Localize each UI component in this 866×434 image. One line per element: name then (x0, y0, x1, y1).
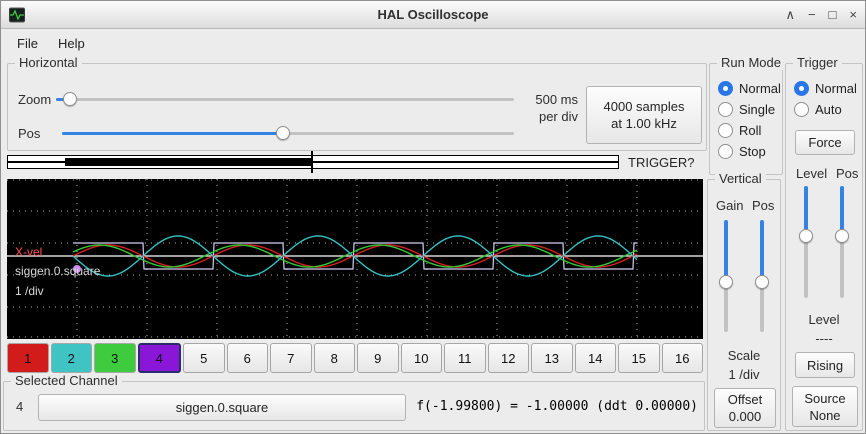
channel-button-3[interactable]: 3 (94, 343, 136, 373)
channel-value-readout: f(-1.99800) = -1.00000 (ddt 0.00000) (416, 399, 698, 414)
close-button[interactable]: × (849, 1, 857, 29)
scope-display: X-vel siggen.0.square 1 /div (7, 179, 703, 339)
run-mode-option: Normal (718, 78, 778, 99)
channel-button-12[interactable]: 12 (488, 343, 530, 373)
radio-label: Auto (815, 102, 842, 117)
channel-button-13[interactable]: 13 (531, 343, 573, 373)
trigger-frame: Trigger Normal Auto Force Level Pos Leve… (785, 63, 863, 431)
trigger-edge-button[interactable]: Rising (795, 352, 855, 378)
titlebar: HAL Oscilloscope ∧ − □ × (1, 1, 865, 29)
channel-button-15[interactable]: 15 (618, 343, 660, 373)
radio-label: Stop (739, 144, 766, 159)
radio-single[interactable] (718, 102, 733, 117)
radio-label: Roll (739, 123, 761, 138)
run-mode-option: Single (718, 99, 778, 120)
channel-button-6[interactable]: 6 (227, 343, 269, 373)
gain-slider-thumb[interactable] (719, 275, 733, 289)
record-current-tick (311, 151, 313, 173)
vertical-frame-label: Vertical (715, 171, 766, 186)
scale-caption: Scale (708, 348, 780, 363)
pos-slider[interactable] (62, 125, 514, 141)
hal-oscilloscope-window: HAL Oscilloscope ∧ − □ × File Help Horiz… (0, 0, 866, 434)
scope-scale-label: 1 /div (15, 284, 44, 298)
record-position-bar (7, 155, 619, 169)
run-mode-frame: Run Mode Normal Single Roll Stop (709, 63, 783, 175)
trigger-option: Auto (794, 99, 842, 120)
samples-button[interactable]: 4000 samples at 1.00 kHz (586, 86, 702, 144)
horizontal-frame-label: Horizontal (15, 55, 82, 70)
zoom-slider-thumb[interactable] (63, 92, 77, 106)
trigger-frame-label: Trigger (793, 55, 842, 70)
record-filled-segment (65, 158, 312, 166)
channel-button-9[interactable]: 9 (357, 343, 399, 373)
trigger-level-slider[interactable] (798, 186, 814, 298)
trigger-level-caption: Level (786, 312, 862, 327)
radio-roll[interactable] (718, 123, 733, 138)
trigger-pos-slider-thumb[interactable] (835, 229, 849, 243)
channel-button-4[interactable]: 4 (138, 343, 182, 373)
selected-channel-number: 4 (16, 399, 23, 414)
channel-button-14[interactable]: 14 (575, 343, 617, 373)
vertical-frame: Vertical Gain Pos Scale 1 /div Offset 0.… (707, 179, 781, 431)
per-div-label: 500 ms per div (514, 91, 578, 125)
channel-button-11[interactable]: 11 (444, 343, 486, 373)
zoom-slider[interactable] (56, 91, 514, 107)
menu-file[interactable]: File (7, 33, 48, 54)
waveform-svg (7, 179, 703, 339)
minimize-button[interactable]: − (808, 1, 816, 29)
channel-row: 12345678910111213141516 (7, 343, 703, 373)
channel-button-8[interactable]: 8 (314, 343, 356, 373)
zoom-label: Zoom (18, 92, 51, 107)
offset-button[interactable]: Offset 0.000 (714, 388, 776, 428)
vertical-pos-slider-thumb[interactable] (755, 275, 769, 289)
gain-slider[interactable] (718, 220, 734, 332)
channel-button-7[interactable]: 7 (270, 343, 312, 373)
trigger-pos-label: Pos (836, 166, 858, 181)
vertical-pos-label: Pos (752, 198, 774, 213)
menu-help[interactable]: Help (48, 33, 95, 54)
radio-stop[interactable] (718, 144, 733, 159)
scale-value: 1 /div (708, 367, 780, 382)
vertical-pos-slider[interactable] (754, 220, 770, 332)
selected-channel-frame: Selected Channel 4 siggen.0.square f(-1.… (3, 381, 705, 431)
channel-button-1[interactable]: 1 (7, 343, 49, 373)
radio-normal[interactable] (718, 81, 733, 96)
run-mode-option: Stop (718, 141, 778, 162)
run-mode-frame-label: Run Mode (717, 55, 785, 70)
channel-button-2[interactable]: 2 (51, 343, 93, 373)
window-title: HAL Oscilloscope (1, 1, 865, 28)
shade-button[interactable]: ∧ (785, 1, 795, 29)
channel-name-button[interactable]: siggen.0.square (38, 394, 406, 421)
channel-button-10[interactable]: 10 (401, 343, 443, 373)
gain-label: Gain (716, 198, 743, 213)
radio-label: Normal (739, 81, 781, 96)
trigger-option: Normal (794, 78, 857, 99)
scope-channel-label: X-vel (15, 245, 42, 259)
trigger-pos-slider[interactable] (834, 186, 850, 298)
menubar: File Help (1, 29, 865, 57)
force-button[interactable]: Force (795, 130, 855, 155)
channel-button-5[interactable]: 5 (183, 343, 225, 373)
trigger-level-slider-thumb[interactable] (799, 229, 813, 243)
window-controls: ∧ − □ × (785, 1, 857, 29)
radio-normal[interactable] (794, 81, 809, 96)
trigger-status-label: TRIGGER? (628, 155, 694, 170)
trigger-level-value: ---- (786, 331, 862, 346)
horizontal-frame: Horizontal Zoom Pos 500 ms per div 4000 … (7, 63, 707, 151)
run-mode-option: Roll (718, 120, 778, 141)
radio-label: Normal (815, 81, 857, 96)
trigger-source-button[interactable]: Source None (792, 386, 858, 427)
radio-auto[interactable] (794, 102, 809, 117)
selected-channel-frame-label: Selected Channel (11, 373, 122, 388)
maximize-button[interactable]: □ (829, 1, 837, 29)
radio-label: Single (739, 102, 775, 117)
channel-button-16[interactable]: 16 (662, 343, 704, 373)
trigger-level-label: Level (796, 166, 827, 181)
pos-slider-thumb[interactable] (276, 126, 290, 140)
pos-label: Pos (18, 126, 40, 141)
scope-signal-label: siggen.0.square (15, 264, 100, 278)
